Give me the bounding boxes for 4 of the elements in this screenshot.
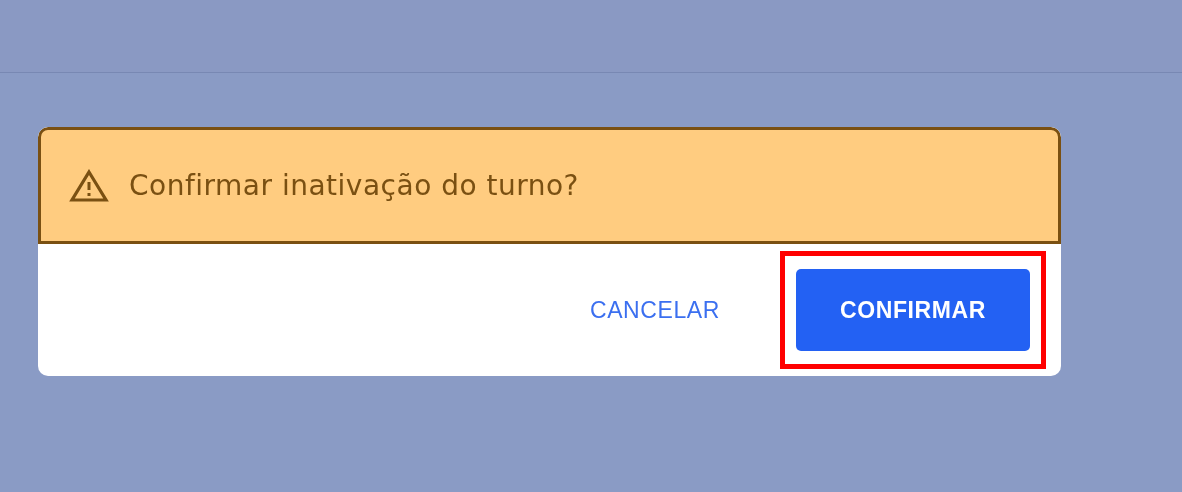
warning-icon <box>69 168 109 203</box>
dialog-title: Confirmar inativação do turno? <box>129 169 579 202</box>
cancel-button[interactable]: CANCELAR <box>579 286 730 334</box>
confirm-button[interactable]: CONFIRMAR <box>796 269 1030 351</box>
